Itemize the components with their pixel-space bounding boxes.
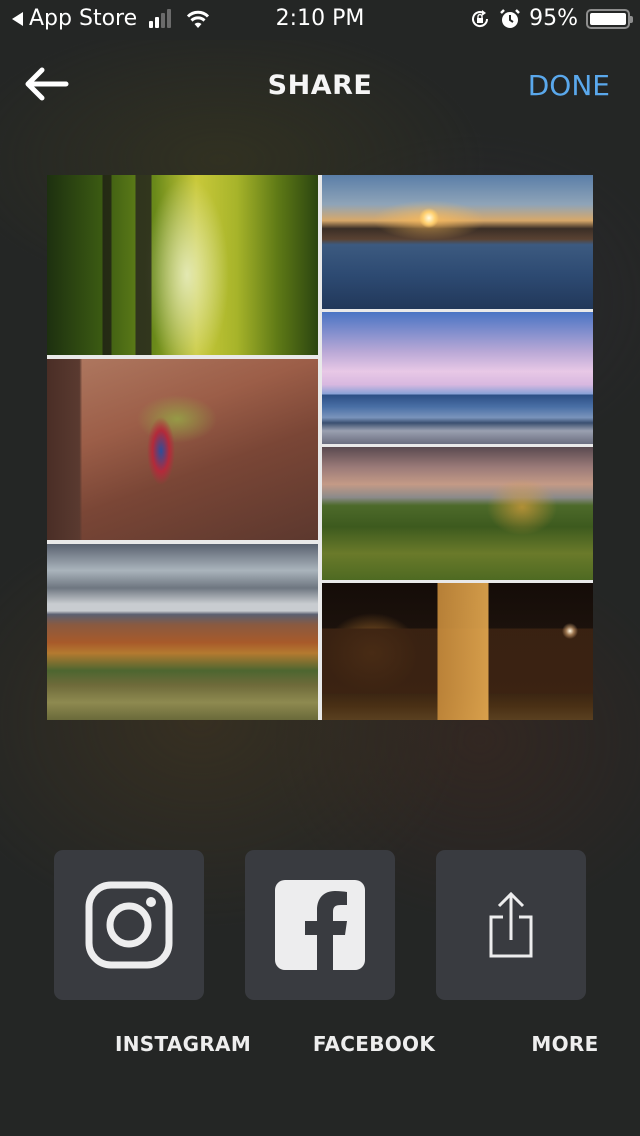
more-label: MORE	[531, 1032, 599, 1056]
red-rocks-photo	[47, 359, 318, 540]
navigation-bar: SHARE DONE	[0, 52, 640, 118]
photo-collage	[47, 175, 593, 720]
facebook-label: FACEBOOK	[312, 1032, 436, 1056]
more-share-button[interactable]	[436, 850, 586, 1000]
instagram-label: INSTAGRAM	[114, 1032, 252, 1056]
status-bar: App Store 2:10 PM 95%	[0, 0, 640, 40]
cloudy-autumn-mountains-photo	[47, 544, 318, 720]
night-house-photo	[322, 583, 593, 720]
done-button[interactable]: DONE	[528, 69, 610, 102]
blue-mountains-photo	[322, 312, 593, 444]
autumn-hills-photo	[322, 447, 593, 580]
share-options: INSTAGRAM FACEBOOK MORE	[54, 850, 598, 1056]
battery-percent: 95%	[529, 6, 578, 31]
facebook-share-button[interactable]	[245, 850, 395, 1000]
forest-photo	[47, 175, 318, 355]
orientation-lock-icon	[472, 9, 489, 27]
instagram-share-button[interactable]	[54, 850, 204, 1000]
alarm-icon	[500, 8, 520, 28]
battery-icon	[586, 8, 633, 29]
share-upload-icon	[489, 891, 533, 958]
facebook-icon	[275, 880, 365, 970]
sunset-lake-photo	[322, 175, 593, 309]
instagram-icon	[85, 881, 173, 969]
